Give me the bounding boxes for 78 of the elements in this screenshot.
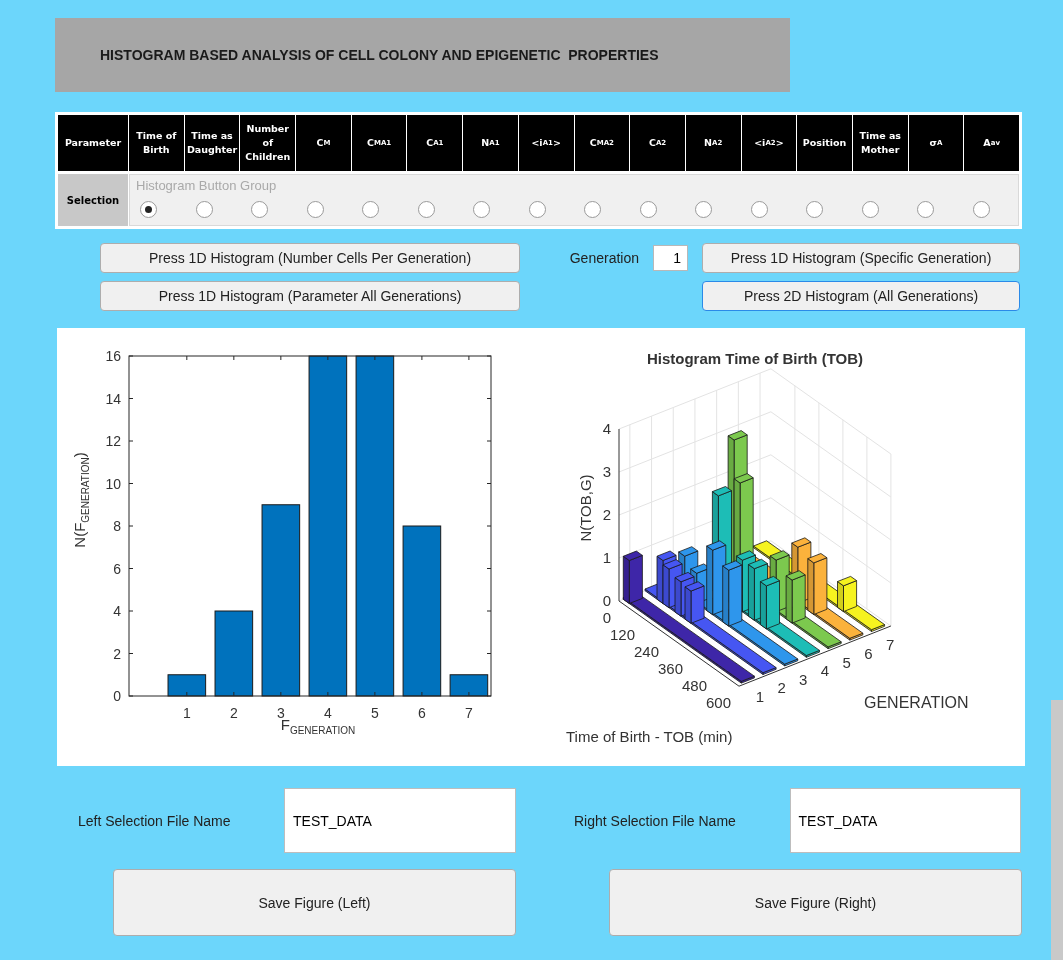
header-cell: Number of Children <box>240 115 296 171</box>
radio-button[interactable] <box>528 201 546 218</box>
radio-button[interactable] <box>861 201 879 218</box>
tick-label: 3 <box>602 463 611 480</box>
radio-button[interactable] <box>473 201 490 218</box>
file-name-field[interactable]: TEST_DATA <box>789 788 1021 853</box>
radio-button[interactable] <box>306 201 324 218</box>
tick-label: 1 <box>755 687 764 705</box>
file-name-field[interactable]: TEST_DATA <box>284 788 516 853</box>
row-header: Selection <box>58 174 128 226</box>
file-name-label: Left Selection File Name <box>78 812 232 829</box>
histogram-button[interactable]: Press 1D Histogram (Parameter All Generations) <box>100 281 520 311</box>
group-title: Histogram Button Group <box>135 177 278 195</box>
bar <box>449 674 489 697</box>
radio-button[interactable] <box>362 201 379 218</box>
tick-label: 5 <box>371 705 379 721</box>
header-cell: Time as Mother <box>852 115 908 171</box>
tick-label: 16 <box>105 348 121 364</box>
histogram-button[interactable]: Press 1D Histogram (Number Cells Per Generation) <box>100 243 520 273</box>
tick-label: 2 <box>229 705 238 721</box>
radio-button[interactable] <box>140 201 157 218</box>
radio-button[interactable] <box>972 201 990 218</box>
file-name-label: Right Selection File Name <box>574 812 737 829</box>
title-bar: HISTOGRAM BASED ANALYSIS OF CELL COLONY AND EPIGENETIC PROPERTIES <box>55 18 790 92</box>
generation-label: Generation <box>569 250 639 266</box>
tick-label: 2 <box>777 679 786 697</box>
header-cell: Parameter <box>58 115 128 171</box>
generation-field[interactable]: 1 <box>653 245 688 271</box>
bar <box>167 674 207 697</box>
tick-label: 0 <box>602 592 611 609</box>
tick-label: 3 <box>799 670 808 688</box>
axis-label: Time of Birth - TOB (min) <box>566 728 733 745</box>
tick-label: 2 <box>602 506 611 523</box>
tick-label: 6 <box>113 560 121 577</box>
radio-button[interactable] <box>917 201 934 218</box>
chart-title: Histogram Time of Birth (TOB) <box>646 350 864 367</box>
radio-button[interactable] <box>806 201 823 218</box>
tick-label: 4 <box>323 705 332 721</box>
tick-label: 600 <box>705 694 731 712</box>
tick-label: 2 <box>113 645 121 662</box>
tick-label: 7 <box>885 636 895 654</box>
tick-label: 12 <box>105 433 121 449</box>
tick-label: 8 <box>113 518 121 534</box>
header-cell: Time of Birth <box>129 115 184 171</box>
tick-label: 14 <box>105 390 121 407</box>
header-cell: Time as Daughter <box>184 115 240 171</box>
tick-label: 1 <box>602 549 611 566</box>
save-figure-button[interactable]: Save Figure (Left) <box>113 869 516 936</box>
save-figure-button[interactable]: Save Figure (Right) <box>609 869 1022 936</box>
tick-label: 4 <box>820 662 830 680</box>
tick-label: 0 <box>602 609 611 626</box>
tick-label: 10 <box>105 475 121 492</box>
tick-label: 6 <box>418 705 426 721</box>
axis-label: N(TOB,G) <box>577 474 594 542</box>
tick-label: 360 <box>657 660 683 678</box>
radio-button[interactable] <box>417 201 435 218</box>
tick-label: 6 <box>864 644 873 662</box>
header-cell: Position <box>797 115 852 171</box>
radio-button[interactable] <box>584 201 601 218</box>
tick-label: 0 <box>113 688 121 704</box>
radio-button[interactable] <box>750 201 768 218</box>
histogram-button[interactable]: Press 1D Histogram (Specific Generation) <box>702 243 1020 273</box>
radio-button[interactable] <box>251 201 268 218</box>
tick-label: 1 <box>182 705 191 721</box>
tick-label: 5 <box>842 653 851 671</box>
tick-label: 120 <box>609 626 635 644</box>
tick-label: 240 <box>633 643 659 661</box>
axis-label: GENERATION <box>864 694 969 711</box>
tick-label: 3 <box>276 705 285 721</box>
tick-label: 4 <box>602 420 611 437</box>
histogram-button[interactable]: Press 2D Histogram (All Generations) <box>702 281 1020 311</box>
tick-label: 7 <box>465 705 473 721</box>
tick-label: 4 <box>113 603 121 619</box>
scrollbar-thumb[interactable] <box>1051 700 1063 960</box>
tick-label: 480 <box>681 677 707 695</box>
radio-button[interactable] <box>195 201 213 218</box>
radio-button[interactable] <box>695 201 712 218</box>
radio-button[interactable] <box>639 201 657 218</box>
